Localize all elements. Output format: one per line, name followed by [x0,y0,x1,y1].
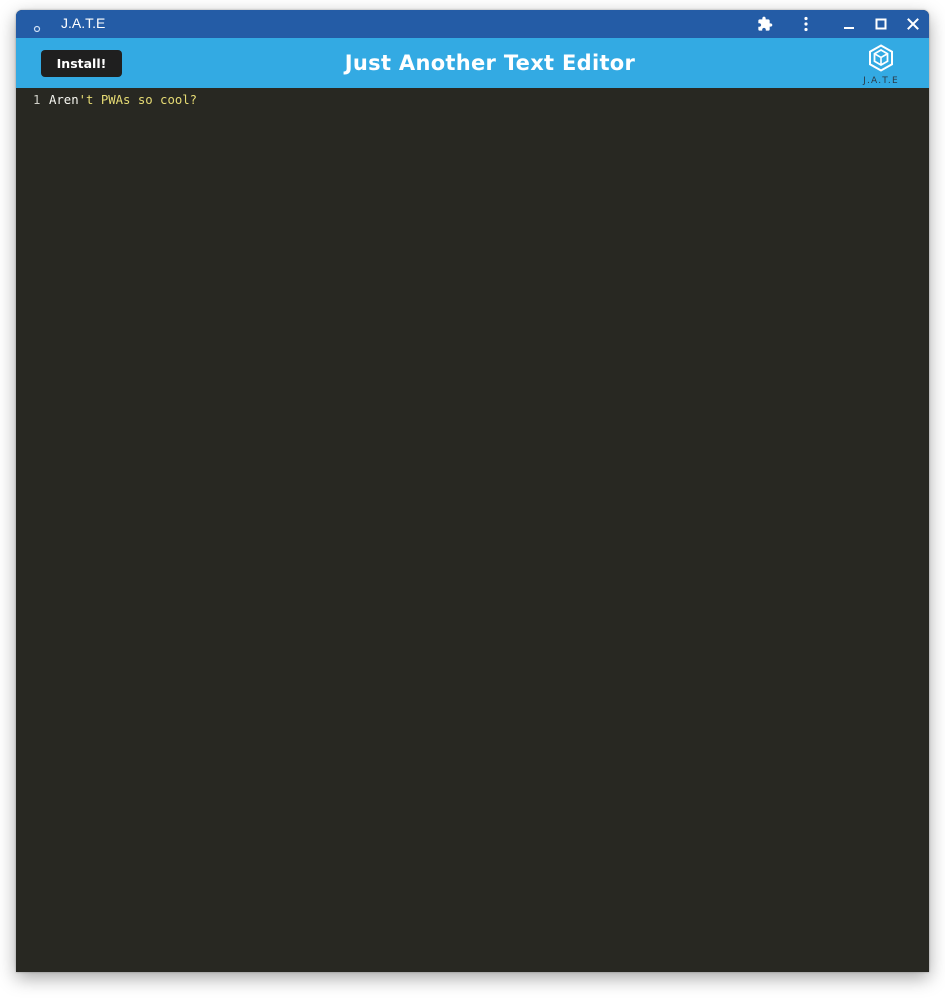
minimize-icon[interactable] [839,14,859,34]
app-icon [33,18,41,33]
app-header: Install! Just Another Text Editor J.A.T.… [16,38,929,88]
page-title: Just Another Text Editor [344,51,636,75]
logo-icon [869,44,893,72]
line-content[interactable]: Aren't PWAs so cool? [49,92,197,108]
logo-text: J.A.T.E [863,76,899,86]
maximize-icon[interactable] [871,14,891,34]
close-icon[interactable] [903,14,923,34]
puzzle-icon[interactable] [755,14,775,34]
logo: J.A.T.E [858,42,904,88]
editor-line[interactable]: 1 Aren't PWAs so cool? [16,92,197,108]
app-window: J.A.T.E Install! Just Another Text Edito… [16,10,929,972]
kebab-menu-icon[interactable] [796,14,816,34]
window-title: J.A.T.E [61,15,106,31]
title-bar: J.A.T.E [16,10,929,38]
line-number: 1 [33,93,41,107]
code-editor[interactable]: 1 Aren't PWAs so cool? [16,88,929,972]
code-token-plain: Aren [49,93,79,107]
code-token-string: 't PWAs so cool? [78,93,198,107]
